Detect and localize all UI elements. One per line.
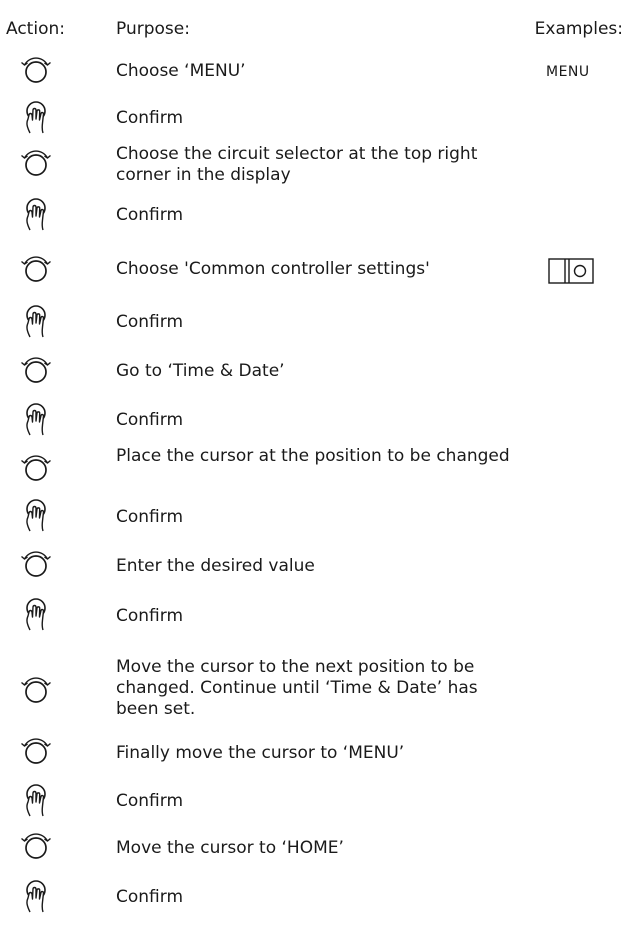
turn-dial-icon: [18, 829, 54, 865]
step-purpose: Confirm: [116, 410, 184, 430]
turn-dial-icon: [18, 353, 54, 389]
push-dial-icon: [18, 497, 54, 533]
turn-dial-icon: [18, 451, 54, 487]
step-purpose: Choose ‘MENU’: [116, 61, 246, 81]
step-purpose: Move the cursor to the next position to …: [116, 657, 478, 719]
step-purpose: Confirm: [116, 887, 184, 907]
header-purpose: Purpose:: [116, 19, 190, 39]
step-purpose: Confirm: [116, 507, 184, 527]
step-purpose: Choose the circuit selector at the top r…: [116, 144, 478, 185]
push-dial-icon: [18, 99, 54, 135]
push-dial-icon: [18, 303, 54, 339]
push-dial-icon: [18, 196, 54, 232]
step-purpose: Confirm: [116, 108, 184, 128]
header-action: Action:: [6, 19, 65, 39]
header-examples: Examples:: [534, 19, 623, 39]
step-purpose: Confirm: [116, 791, 184, 811]
step-purpose: Place the cursor at the position to be c…: [116, 446, 510, 466]
turn-dial-icon: [18, 252, 54, 288]
push-dial-icon: [18, 401, 54, 437]
step-purpose: Enter the desired value: [116, 556, 315, 576]
push-dial-icon: [18, 596, 54, 632]
push-dial-icon: [18, 782, 54, 818]
step-purpose: Choose 'Common controller settings': [116, 259, 430, 279]
turn-dial-icon: [18, 146, 54, 182]
step-purpose: Go to ‘Time & Date’: [116, 361, 285, 381]
turn-dial-icon: [18, 673, 54, 709]
step-purpose: Confirm: [116, 606, 184, 626]
turn-dial-icon: [18, 734, 54, 770]
turn-dial-icon: [18, 547, 54, 583]
step-purpose: Confirm: [116, 312, 184, 332]
push-dial-icon: [18, 878, 54, 914]
step-purpose: Move the cursor to ‘HOME’: [116, 838, 344, 858]
step-purpose: Confirm: [116, 205, 184, 225]
turn-dial-icon: [18, 53, 54, 89]
step-purpose: Finally move the cursor to ‘MENU’: [116, 743, 405, 763]
circuit-selector-icon: [548, 258, 594, 284]
example-menu: MENU: [546, 64, 590, 80]
